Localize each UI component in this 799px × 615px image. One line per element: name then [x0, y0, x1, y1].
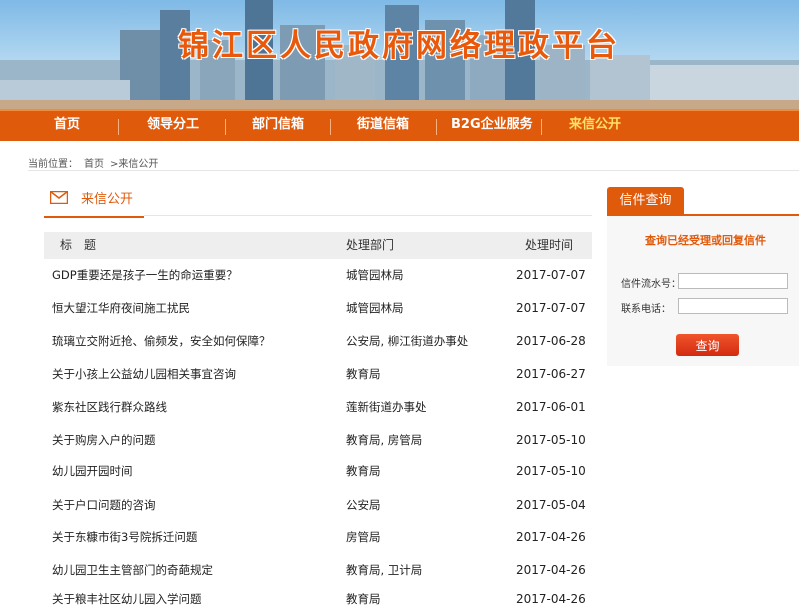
- table-row[interactable]: 幼儿园开园时间 教育局 2017-05-10: [44, 455, 592, 487]
- main-nav: 首页 领导分工 部门信箱 街道信箱 B2G企业服务 来信公开: [0, 109, 799, 141]
- letter-title-link[interactable]: 关于粮丰社区幼儿园入学问题: [52, 583, 202, 615]
- nav-item-street-mailbox[interactable]: 街道信箱: [357, 111, 409, 141]
- divider: [28, 170, 799, 171]
- letter-title-link[interactable]: 琉璃立交附近抢、偷频发，安全如何保障？: [52, 325, 271, 357]
- serial-number-label: 信件流水号：: [621, 279, 681, 290]
- nav-divider: [541, 119, 542, 135]
- nav-divider: [330, 119, 331, 135]
- letter-title-link[interactable]: 关于购房入户的问题: [52, 424, 156, 456]
- breadcrumb: 当前位置： 首页 >来信公开: [28, 155, 164, 170]
- header-banner: 锦江区人民政府网络理政平台: [0, 0, 799, 109]
- letter-dept: 公安局: [346, 498, 381, 512]
- table-row[interactable]: 关于粮丰社区幼儿园入学问题 教育局 2017-04-26: [44, 583, 592, 615]
- letter-date: 2017-05-10: [516, 433, 586, 447]
- letter-dept: 莲新街道办事处: [346, 400, 427, 414]
- letter-dept: 教育局, 房管局: [346, 433, 423, 447]
- letter-title-link[interactable]: GDP重要还是孩子一生的命运重要？: [52, 259, 238, 291]
- letter-query-subtitle: 查询已经受理或回复信件: [645, 234, 766, 247]
- nav-item-home[interactable]: 首页: [54, 111, 80, 141]
- breadcrumb-home[interactable]: 首页: [84, 159, 104, 170]
- table-row[interactable]: GDP重要还是孩子一生的命运重要？ 城管园林局 2017-07-07: [44, 259, 592, 291]
- divider: [144, 215, 592, 216]
- section-title: 来信公开: [81, 192, 134, 207]
- letter-date: 2017-04-26: [516, 530, 586, 544]
- breadcrumb-current: >来信公开: [110, 159, 159, 170]
- letter-dept: 教育局, 卫计局: [346, 563, 423, 577]
- letter-date: 2017-05-04: [516, 498, 586, 512]
- column-header-dept: 处理部门: [346, 238, 395, 252]
- nav-item-b2g[interactable]: B2G企业服务: [451, 111, 533, 141]
- nav-divider: [436, 119, 437, 135]
- letter-dept: 教育局: [346, 464, 381, 478]
- letter-title-link[interactable]: 关于小孩上公益幼儿园相关事宜咨询: [52, 358, 236, 390]
- letter-date: 2017-04-26: [516, 592, 586, 606]
- phone-label: 联系电话：: [621, 304, 671, 315]
- nav-divider: [118, 119, 119, 135]
- table-row[interactable]: 恒大望江华府夜间施工扰民 城管园林局 2017-07-07: [44, 292, 592, 324]
- letter-dept: 城管园林局: [346, 301, 404, 315]
- serial-number-input[interactable]: [678, 273, 788, 289]
- letter-title-link[interactable]: 幼儿园卫生主管部门的奇葩规定: [52, 554, 213, 586]
- nav-item-leadership[interactable]: 领导分工: [147, 111, 199, 141]
- table-row[interactable]: 关于小孩上公益幼儿园相关事宜咨询 教育局 2017-06-27: [44, 358, 592, 390]
- letter-dept: 教育局: [346, 367, 381, 381]
- letter-title-link[interactable]: 紫东社区践行群众路线: [52, 391, 167, 423]
- query-button[interactable]: 查询: [676, 334, 739, 356]
- letter-title-link[interactable]: 幼儿园开园时间: [52, 455, 133, 487]
- letter-date: 2017-06-27: [516, 367, 586, 381]
- breadcrumb-prefix: 当前位置：: [28, 159, 78, 170]
- letter-title-link[interactable]: 关于东糠市街3号院拆迁问题: [52, 521, 197, 553]
- mail-icon: [50, 191, 68, 204]
- letter-dept: 房管局: [346, 530, 381, 544]
- letter-date: 2017-07-07: [516, 301, 586, 315]
- table-row[interactable]: 关于东糠市街3号院拆迁问题 房管局 2017-04-26: [44, 521, 592, 553]
- phone-input[interactable]: [678, 298, 788, 314]
- column-header-title: 标 题: [60, 238, 97, 252]
- letter-dept: 城管园林局: [346, 268, 404, 282]
- nav-divider: [225, 119, 226, 135]
- letter-title-link[interactable]: 恒大望江华府夜间施工扰民: [52, 292, 190, 324]
- letter-date: 2017-04-26: [516, 563, 586, 577]
- letter-date: 2017-07-07: [516, 268, 586, 282]
- table-row[interactable]: 关于购房入户的问题 教育局, 房管局 2017-05-10: [44, 424, 592, 456]
- table-row[interactable]: 关于户口问题的咨询 公安局 2017-05-04: [44, 489, 592, 521]
- nav-item-dept-mailbox[interactable]: 部门信箱: [252, 111, 304, 141]
- table-row[interactable]: 琉璃立交附近抢、偷频发，安全如何保障？ 公安局, 柳江街道办事处 2017-06…: [44, 325, 592, 357]
- letter-date: 2017-06-01: [516, 400, 586, 414]
- nav-item-public-letters[interactable]: 来信公开: [569, 111, 621, 141]
- letter-query-tab: 信件查询: [607, 187, 684, 214]
- site-title: 锦江区人民政府网络理政平台: [178, 28, 620, 64]
- letter-title-link[interactable]: 关于户口问题的咨询: [52, 489, 156, 521]
- table-row[interactable]: 紫东社区践行群众路线 莲新街道办事处 2017-06-01: [44, 391, 592, 423]
- letter-date: 2017-05-10: [516, 464, 586, 478]
- letter-dept: 教育局: [346, 592, 381, 606]
- table-row[interactable]: 幼儿园卫生主管部门的奇葩规定 教育局, 卫计局 2017-04-26: [44, 554, 592, 586]
- table-header: 标 题 处理部门 处理时间: [44, 232, 592, 259]
- letter-date: 2017-06-28: [516, 334, 586, 348]
- letter-dept: 公安局, 柳江街道办事处: [346, 334, 469, 348]
- column-header-date: 处理时间: [525, 238, 574, 252]
